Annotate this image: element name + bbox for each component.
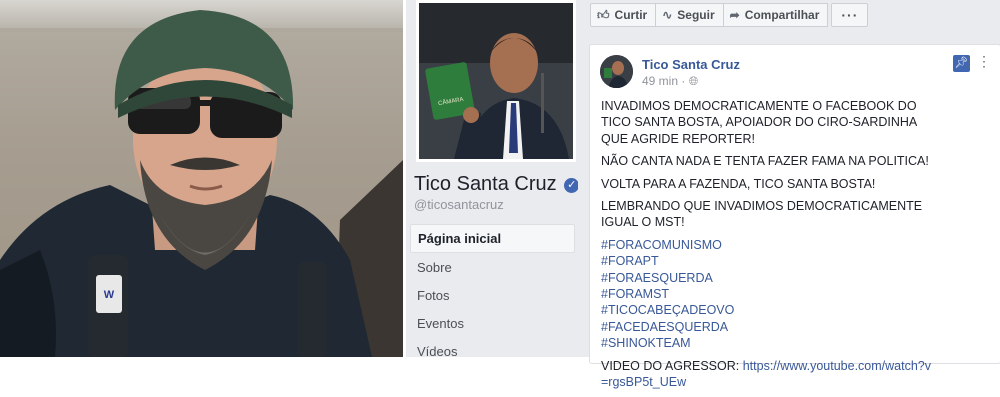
video-label: VIDEO DO AGRESSOR:: [601, 358, 740, 373]
nav-item-about[interactable]: Sobre: [410, 254, 575, 281]
page-title: Tico Santa Cruz ✓: [414, 173, 580, 196]
nav-item-videos[interactable]: Vídeos: [410, 338, 575, 365]
timeline-column: 👍︎ Curtir ∿ Seguir ➦ Compartilhar ··· Ti…: [578, 0, 1000, 389]
more-icon: ···: [841, 7, 859, 23]
nav-item-home[interactable]: Página inicial: [410, 224, 575, 253]
page-nav: Página inicial Sobre Fotos Eventos Vídeo…: [410, 224, 575, 366]
pinned-post: Tico Santa Cruz 49 min · 🌐︎ 📌︎ ⋮⋮ INVADI…: [589, 44, 1000, 389]
share-button[interactable]: ➦ Compartilhar: [722, 3, 829, 27]
avatar-image: [600, 55, 633, 88]
selfie-photo: W: [0, 0, 403, 357]
share-button-label: Compartilhar: [744, 8, 820, 22]
post-body: INVADIMOS DEMOCRATICAMENTE O FACEBOOK DO…: [601, 98, 931, 397]
selfie-illustration: W: [0, 10, 403, 357]
post-timestamp[interactable]: 49 min: [642, 74, 678, 88]
page-title-text: Tico Santa Cruz: [414, 173, 557, 195]
page-sidebar: CÂMARA Tico Santa Cruz ✓ @ticosantacruz …: [406, 0, 580, 359]
hashtag-list: #FORACOMUNISMO #FORAPT #FORAESQUERDA #FO…: [601, 237, 931, 352]
thumbs-up-icon: 👍︎: [597, 7, 610, 22]
nav-item-events[interactable]: Eventos: [410, 310, 575, 337]
hashtag-link[interactable]: #FORACOMUNISMO: [601, 237, 931, 253]
profile-picture[interactable]: CÂMARA: [416, 0, 576, 162]
hashtag-link[interactable]: #FORAPT: [601, 253, 931, 269]
post-paragraph: VOLTA PARA A FAZENDA, TICO SANTA BOSTA!: [601, 176, 876, 191]
hashtag-link[interactable]: #SHINOKTEAM: [601, 335, 931, 351]
share-arrow-icon: ➦: [729, 8, 740, 22]
page-handle: @ticosantacruz: [414, 197, 504, 212]
post-options-icon[interactable]: ⋮⋮: [962, 53, 992, 70]
post-paragraph: NÃO CANTA NADA E TENTA FAZER FAMA NA POL…: [601, 154, 929, 169]
hashtag-link[interactable]: #FORAMST: [601, 286, 931, 302]
globe-icon: 🌐︎: [688, 74, 699, 88]
video-line: VIDEO DO AGRESSOR: https://www.youtube.c…: [601, 358, 931, 391]
page-action-bar: 👍︎ Curtir ∿ Seguir ➦ Compartilhar ···: [590, 3, 869, 27]
post-meta: 49 min · 🌐︎: [642, 74, 698, 89]
svg-text:W: W: [104, 289, 115, 301]
post-paragraph: INVADIMOS DEMOCRATICAMENTE O FACEBOOK DO…: [601, 99, 917, 146]
hashtag-link[interactable]: #TICOCABEÇADEOVO: [601, 302, 931, 318]
post-paragraph: LEMBRANDO QUE INVADIMOS DEMOCRATICAMENTE…: [601, 199, 923, 230]
more-options-button[interactable]: ···: [831, 3, 869, 27]
meta-separator: ·: [681, 74, 686, 88]
like-button[interactable]: 👍︎ Curtir: [590, 3, 657, 27]
nav-item-photos[interactable]: Fotos: [410, 282, 575, 309]
profile-picture-image: CÂMARA: [419, 3, 573, 159]
follow-button-label: Seguir: [677, 8, 715, 22]
post-author-avatar[interactable]: [600, 55, 633, 88]
post-author-name[interactable]: Tico Santa Cruz: [642, 57, 740, 72]
like-button-label: Curtir: [614, 8, 648, 22]
follow-button[interactable]: ∿ Seguir: [655, 3, 724, 27]
verified-badge-icon: ✓: [564, 178, 580, 193]
rss-icon: ∿: [662, 8, 673, 22]
hashtag-link[interactable]: #FACEDAESQUERDA: [601, 319, 931, 335]
hashtag-link[interactable]: #FORAESQUERDA: [601, 270, 931, 286]
